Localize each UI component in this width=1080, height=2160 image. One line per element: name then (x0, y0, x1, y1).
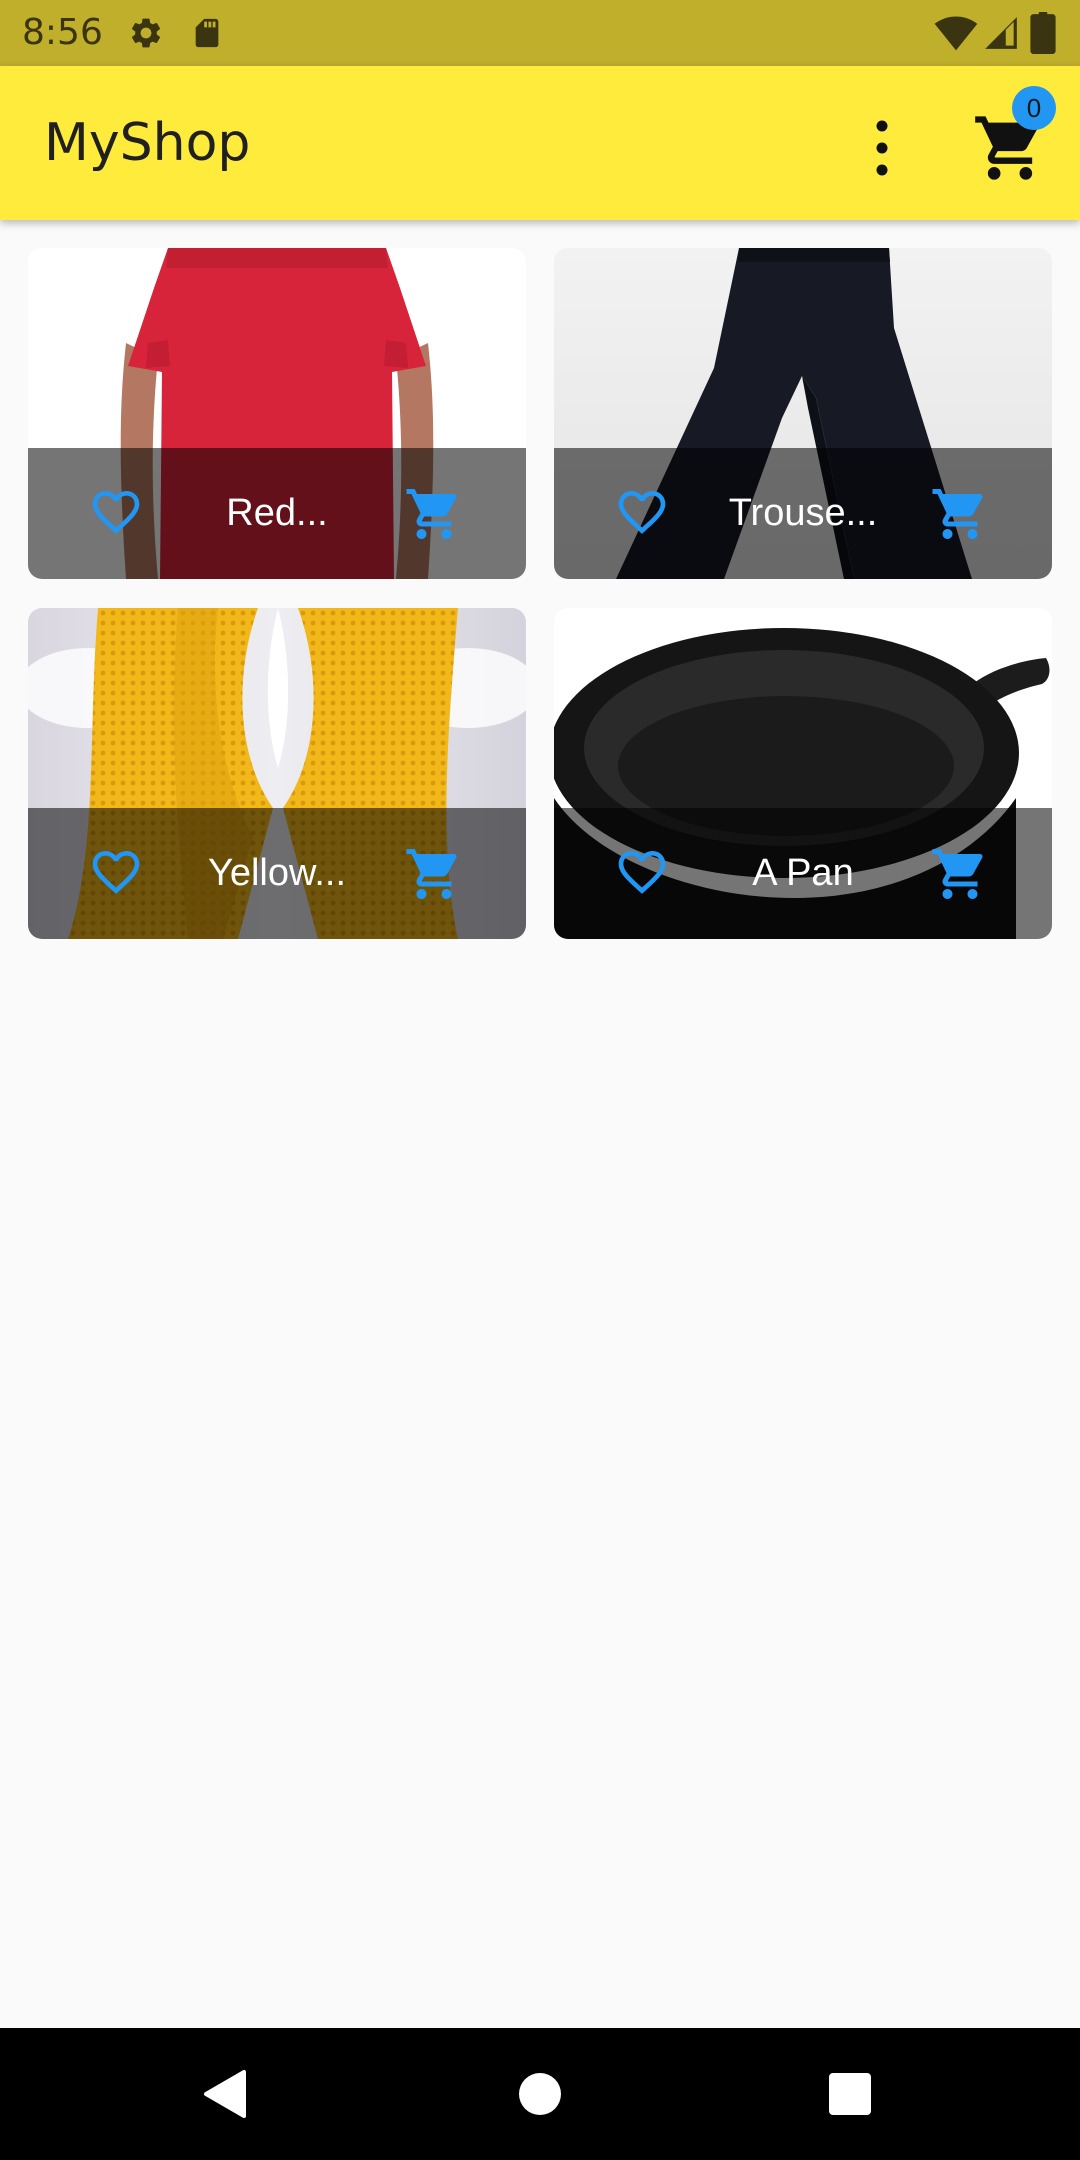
favorite-button[interactable] (612, 844, 672, 900)
product-title: A Pan (752, 852, 854, 894)
heart-outline-icon (618, 851, 666, 894)
shopping-cart-icon (406, 489, 457, 539)
product-tile[interactable]: Red... (28, 248, 526, 579)
favorite-button[interactable] (86, 844, 146, 900)
status-time: 8:56 (22, 12, 103, 53)
system-navigation-bar (0, 2028, 1080, 2160)
favorite-button[interactable] (86, 484, 146, 540)
battery-icon (1030, 12, 1056, 54)
overflow-menu-button[interactable] (860, 110, 904, 186)
back-icon[interactable] (200, 2068, 250, 2120)
shopping-cart-icon (406, 849, 457, 899)
heart-outline-icon (618, 491, 666, 534)
sd-card-icon (195, 18, 219, 48)
heart-outline-icon (92, 491, 140, 534)
heart-outline-icon (92, 851, 140, 894)
app-bar: MyShop (0, 66, 1080, 220)
product-footer: Yellow... (28, 808, 526, 939)
product-tile[interactable]: A Pan (554, 608, 1052, 939)
add-to-cart-button[interactable] (930, 484, 990, 544)
recents-icon[interactable] (828, 2072, 872, 2116)
home-icon[interactable] (518, 2072, 562, 2116)
cart-count-badge: 0 (1012, 86, 1056, 130)
shopping-cart-icon (932, 849, 983, 899)
product-tile[interactable]: Yellow... (28, 608, 526, 939)
shopping-cart-icon (932, 489, 983, 539)
favorite-button[interactable] (612, 484, 672, 540)
add-to-cart-button[interactable] (930, 844, 990, 904)
more-vert-icon (876, 120, 888, 176)
product-footer: A Pan (554, 808, 1052, 939)
product-title: Trouse... (728, 492, 878, 534)
product-footer: Trouse... (554, 448, 1052, 579)
product-tile[interactable]: Trouse... (554, 248, 1052, 579)
wifi-icon (934, 16, 978, 51)
signal-icon (985, 17, 1017, 49)
product-footer: Red... (28, 448, 526, 579)
product-title: Yellow... (207, 852, 347, 894)
add-to-cart-button[interactable] (404, 484, 464, 544)
add-to-cart-button[interactable] (404, 844, 464, 904)
settings-icon (131, 18, 161, 48)
product-title: Red... (226, 492, 328, 534)
app-title: MyShop (44, 113, 251, 173)
status-bar: 8:56 (0, 0, 1080, 66)
